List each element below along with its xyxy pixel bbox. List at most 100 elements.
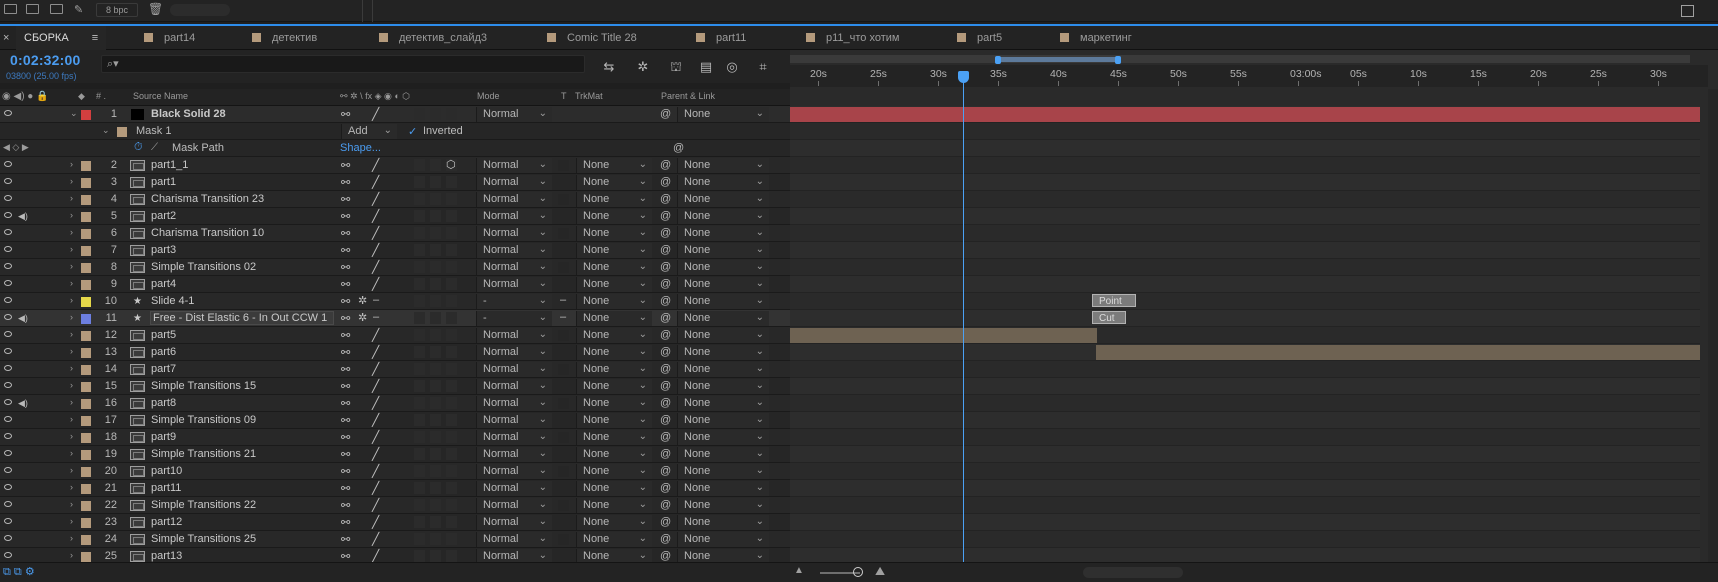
preserve-transparency-box[interactable] [558,551,569,562]
parent-dropdown[interactable]: None ⌄ [677,362,769,377]
switch-box[interactable] [414,261,425,273]
trkmat-dropdown[interactable]: None ⌄ [576,464,652,479]
shy-icon[interactable]: ⚯ [341,431,350,444]
tab-sborka[interactable]: СБОРКА ≡ [16,26,107,50]
timeline-track[interactable] [790,480,1700,497]
layer-row-9[interactable]: › 9 part4 ⚯ ╱ Normal ⌄ None ⌄ @ None ⌄ [0,276,790,293]
pen-icon[interactable]: ✎ [74,3,83,16]
pickwhip-icon[interactable]: @ [660,465,671,477]
preserve-transparency-box[interactable] [558,483,569,494]
mode-dropdown[interactable]: Normal ⌄ [476,481,552,496]
layer-name[interactable]: part10 [151,465,182,477]
layer-name[interactable]: Simple Transitions 15 [151,380,256,392]
label-color[interactable] [81,161,91,171]
label-color[interactable] [81,433,91,443]
parent-dropdown[interactable]: None ⌄ [677,498,769,513]
mode-dropdown[interactable]: Normal ⌄ [476,209,552,224]
switch-box[interactable] [430,278,441,290]
quality-icon[interactable]: ╱ [372,396,379,410]
timeline-track[interactable] [790,174,1700,191]
switch-box[interactable] [414,329,425,341]
chevron-right-icon[interactable]: › [70,193,73,203]
label-color[interactable] [81,535,91,545]
switch-box[interactable] [446,482,457,494]
switch-box[interactable] [414,346,425,358]
preserve-transparency-box[interactable] [558,432,569,443]
time-ruler[interactable]: 20s 25s 30s 35s 40s 45s 50s 55s 03:00s 05s 10s 15s 2… [790,65,1708,87]
switch-box[interactable] [414,159,425,171]
collapse-icon[interactable]: ✲ [358,311,367,324]
layer-name[interactable]: Simple Transitions 02 [151,261,256,273]
current-time-display[interactable]: 0:02:32:00 [10,52,81,68]
quality-icon[interactable]: ╱ [372,107,379,121]
quality-icon[interactable]: ╱ [372,362,379,376]
chevron-right-icon[interactable]: › [70,431,73,441]
switch-box[interactable] [446,448,457,460]
chevron-right-icon[interactable]: › [70,380,73,390]
mode-dropdown[interactable]: Normal ⌄ [476,464,552,479]
eye-icon[interactable] [4,246,12,252]
trkmat-dropdown[interactable]: None ⌄ [576,396,652,411]
switch-box[interactable] [414,397,425,409]
switch-box[interactable] [446,533,457,545]
work-area-end-handle[interactable] [1115,56,1121,64]
eye-icon[interactable] [4,212,12,218]
trkmat-dropdown[interactable]: None ⌄ [576,498,652,513]
eye-icon[interactable] [4,433,12,439]
chevron-right-icon[interactable]: › [70,312,73,322]
layer-row-23[interactable]: › 23 part12 ⚯ ╱ Normal ⌄ None ⌄ @ None ⌄ [0,514,790,531]
switch-box[interactable] [430,448,441,460]
switch-box[interactable] [414,295,425,307]
draft-3d-icon[interactable]: ✲ [635,60,651,74]
mode-dropdown[interactable]: Normal ⌄ [476,515,552,530]
trkmat-dropdown[interactable]: None ⌄ [576,328,652,343]
label-color[interactable] [81,365,91,375]
trkmat-dropdown[interactable]: None ⌄ [576,260,652,275]
trkmat-dropdown[interactable]: None ⌄ [576,447,652,462]
switch-box[interactable] [430,550,441,562]
quality-icon[interactable]: ╱ [372,515,379,529]
parent-dropdown[interactable]: None ⌄ [677,209,769,224]
tab-detektiv-slide3[interactable]: детектив_слайд3 [379,26,487,50]
label-color[interactable] [81,518,91,528]
audio-icon[interactable]: ◀) [18,211,28,221]
shy-layers-icon[interactable]: ⛫ [668,60,684,74]
pickwhip-icon[interactable]: @ [660,346,671,358]
zoom-out-icon[interactable]: ▲ [794,565,804,576]
eye-icon[interactable] [4,348,12,354]
work-area-range[interactable] [998,57,1118,62]
switch-box[interactable] [430,176,441,188]
pickwhip-icon[interactable]: @ [660,193,671,205]
chevron-right-icon[interactable]: › [70,244,73,254]
switch-box[interactable] [446,210,457,222]
eye-icon[interactable] [4,280,12,286]
tab-marketing[interactable]: маркетинг [1060,26,1132,50]
timeline-track[interactable] [790,497,1700,514]
chevron-right-icon[interactable]: › [70,227,73,237]
preserve-transparency-box[interactable] [558,279,569,290]
switch-box[interactable] [446,227,457,239]
switch-box[interactable] [414,278,425,290]
switch-box[interactable] [430,295,441,307]
switch-box[interactable] [430,329,441,341]
shy-icon[interactable]: ⚯ [341,278,350,291]
timeline-track[interactable] [790,361,1700,378]
switch-box[interactable] [446,363,457,375]
mode-dropdown[interactable]: Normal ⌄ [476,260,552,275]
pickwhip-icon[interactable]: @ [660,414,671,426]
mask-path-row[interactable]: ◀ ◇ ▶ ⏱ ⟋ Mask Path Shape... @ [0,140,790,157]
quality-icon[interactable]: ╱ [372,430,379,444]
timeline-track[interactable] [790,157,1700,174]
preserve-transparency-box[interactable] [558,534,569,545]
grid-icon[interactable] [4,4,17,14]
mode-dropdown[interactable]: Normal ⌄ [476,362,552,377]
mask-path-value[interactable]: Shape... [340,142,381,154]
quality-icon[interactable]: ╱ [372,379,379,393]
switch-box[interactable] [430,397,441,409]
switch-box[interactable] [414,380,425,392]
layer-row-16[interactable]: ◀) › 16 part8 ⚯ ╱ Normal ⌄ None ⌄ @ None ⌄ [0,395,790,412]
mode-dropdown[interactable]: Normal ⌄ [476,345,552,360]
layer-name[interactable]: part13 [151,550,182,562]
layer-name[interactable]: part4 [151,278,176,290]
trkmat-dropdown[interactable]: None ⌄ [576,192,652,207]
